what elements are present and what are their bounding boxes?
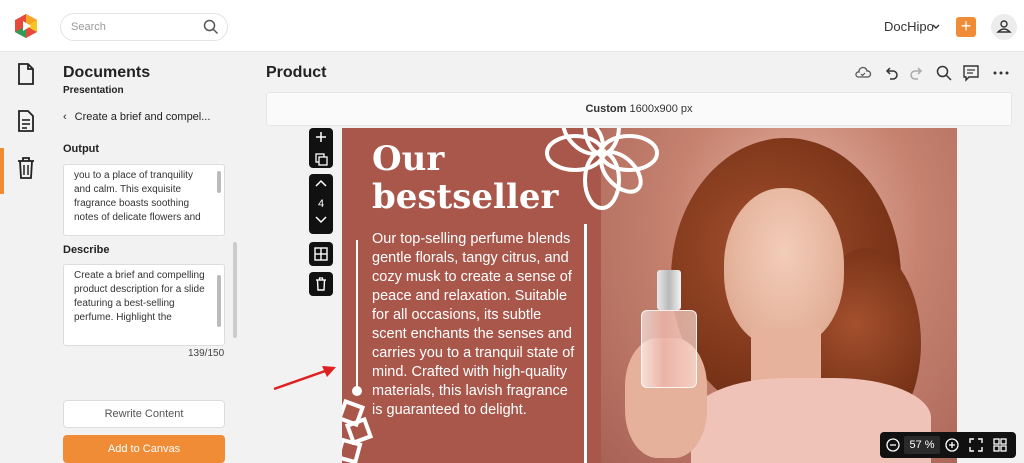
char-count: 139/150 xyxy=(188,348,225,359)
grid-view-button[interactable] xyxy=(309,242,333,266)
zoom-value: 57 xyxy=(909,439,922,451)
slide-heading-line-2: bestseller xyxy=(372,177,559,217)
panel-title: Documents xyxy=(63,64,151,81)
slide-number: 4 xyxy=(317,198,325,210)
output-scrollbar[interactable] xyxy=(217,171,221,193)
chevron-left-icon: ‹ xyxy=(63,111,67,123)
search-input[interactable]: Search xyxy=(60,13,228,41)
workspace-name[interactable]: DocHipo xyxy=(884,19,934,34)
slide-heading-line-1: Our xyxy=(372,139,445,179)
back-link[interactable]: ‹ Create a brief and compel... xyxy=(63,111,235,123)
more-options-icon[interactable] xyxy=(992,64,1010,82)
grid-icon xyxy=(314,247,328,261)
output-textarea[interactable]: you to a place of tranquility and calm. … xyxy=(63,164,225,236)
trash-icon xyxy=(316,277,326,291)
output-text: you to a place of tranquility and calm. … xyxy=(74,170,201,223)
chevron-down-icon[interactable] xyxy=(931,22,941,32)
editor-toolbar xyxy=(854,64,1009,82)
output-label: Output xyxy=(63,143,100,155)
cloud-save-icon[interactable] xyxy=(854,64,872,82)
search-icon[interactable] xyxy=(203,19,219,35)
trash-icon[interactable] xyxy=(15,156,37,180)
slide-left-dot xyxy=(352,386,362,396)
undo-icon[interactable] xyxy=(882,64,900,82)
duplicate-slide-icon[interactable] xyxy=(309,151,333,169)
redo-icon[interactable] xyxy=(908,64,926,82)
chevron-down-icon[interactable] xyxy=(309,211,333,229)
canvas-size-bar[interactable]: Custom 1600x900 px xyxy=(266,92,1012,126)
slide-divider-line xyxy=(584,224,587,463)
slide-canvas[interactable]: Our bestseller Our top-selling perfume b… xyxy=(342,128,957,463)
size-dimensions: 1600x900 px xyxy=(629,103,693,115)
documents-panel: Documents Presentation ‹ Create a brief a… xyxy=(48,52,240,463)
left-rail xyxy=(0,52,48,463)
photo-face xyxy=(724,188,844,348)
perfume-cap xyxy=(657,270,681,310)
slide-left-line xyxy=(356,240,358,390)
zoom-in-icon[interactable] xyxy=(944,437,960,453)
annotation-arrow xyxy=(273,366,336,391)
template-text-icon[interactable] xyxy=(15,109,37,133)
zoom-out-icon[interactable] xyxy=(885,437,901,453)
perfume-bottle xyxy=(641,310,697,388)
search-placeholder: Search xyxy=(71,21,106,33)
slide-body-text[interactable]: Our top-selling perfume blends gentle fl… xyxy=(372,230,577,420)
comment-icon[interactable] xyxy=(962,64,980,82)
zoom-level[interactable]: 57 % xyxy=(904,436,940,454)
rewrite-content-button[interactable]: Rewrite Content xyxy=(63,400,225,428)
size-preset: Custom xyxy=(585,103,627,115)
describe-text: Create a brief and compelling product de… xyxy=(74,270,205,323)
top-bar: Search DocHipo + xyxy=(0,0,1024,52)
panel-subtitle: Presentation xyxy=(63,85,124,96)
delete-slide-button[interactable] xyxy=(309,272,333,296)
search-icon[interactable] xyxy=(935,64,953,82)
avatar[interactable] xyxy=(991,14,1017,40)
user-icon xyxy=(996,20,1012,33)
add-slide-icon[interactable] xyxy=(309,128,333,146)
grid-view-icon[interactable] xyxy=(992,437,1008,453)
describe-scrollbar[interactable] xyxy=(217,275,221,327)
chevron-up-icon[interactable] xyxy=(309,174,333,192)
editor-workspace: Product Custom 1600x900 px Our bestselle… xyxy=(240,52,1024,463)
panel-scrollbar[interactable] xyxy=(233,242,237,338)
slide-heading[interactable]: Our bestseller xyxy=(372,140,558,216)
dochipo-logo[interactable] xyxy=(13,13,39,39)
document-icon[interactable] xyxy=(15,62,37,86)
zoom-controls: 57 % xyxy=(880,432,1016,458)
create-new-button[interactable]: + xyxy=(956,17,976,37)
describe-label: Describe xyxy=(63,244,110,256)
active-indicator xyxy=(0,148,4,194)
describe-textarea[interactable]: Create a brief and compelling product de… xyxy=(63,264,225,346)
fullscreen-icon[interactable] xyxy=(968,437,984,453)
add-duplicate-toolbar xyxy=(309,128,333,168)
back-link-label: Create a brief and compel... xyxy=(74,111,211,123)
page-title: Product xyxy=(266,64,327,81)
slide-navigator: 4 xyxy=(309,174,333,234)
add-to-canvas-button[interactable]: Add to Canvas xyxy=(63,435,225,463)
zoom-unit: % xyxy=(924,439,935,451)
